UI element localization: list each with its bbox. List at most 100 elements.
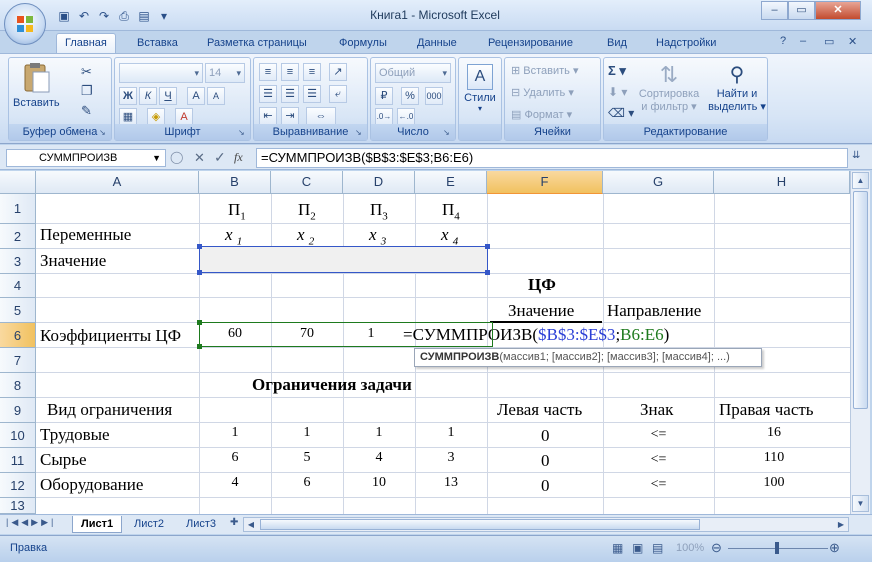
cell-f5[interactable]: Значение xyxy=(508,301,574,321)
vertical-scrollbar[interactable]: ▲ ▼ xyxy=(850,171,870,514)
preview-icon[interactable]: ▤ xyxy=(136,8,152,24)
decrease-indent-icon[interactable]: ⇤ xyxy=(259,107,277,125)
zoom-level[interactable]: 100% xyxy=(676,542,704,554)
cell-a3[interactable]: Значение xyxy=(40,251,106,271)
cell-d11[interactable]: 4 xyxy=(343,450,415,466)
align-right-icon[interactable]: ☰ xyxy=(303,85,321,103)
clear-icon[interactable]: ⌫ ▾ xyxy=(608,106,634,120)
scroll-right-icon[interactable]: ▶ xyxy=(834,518,848,531)
column-header-d[interactable]: D xyxy=(343,171,415,194)
merge-cells-icon[interactable]: ⇔ xyxy=(306,107,336,125)
cell-h10[interactable]: 16 xyxy=(714,425,834,441)
row-header-10[interactable]: 10 xyxy=(0,423,36,448)
underline-button[interactable]: Ч xyxy=(159,87,177,105)
cell-g5[interactable]: Направление xyxy=(607,301,701,321)
range-handle[interactable] xyxy=(197,320,202,325)
cell-e2[interactable]: x 4 xyxy=(441,225,458,247)
align-left-icon[interactable]: ☰ xyxy=(259,85,277,103)
row-header-12[interactable]: 12 xyxy=(0,473,36,498)
row-header-7[interactable]: 7 xyxy=(0,348,36,373)
vertical-scroll-thumb[interactable] xyxy=(853,191,868,409)
copy-icon[interactable]: ❐ xyxy=(81,83,93,99)
select-all-corner[interactable] xyxy=(0,171,36,194)
format-painter-icon[interactable]: ✎ xyxy=(81,103,92,119)
tab-data[interactable]: Данные xyxy=(417,35,457,53)
cell-b10[interactable]: 1 xyxy=(199,425,271,441)
alignment-launcher-icon[interactable]: ↘ xyxy=(355,128,365,138)
close-button[interactable]: ✕ xyxy=(815,1,861,20)
column-header-e[interactable]: E xyxy=(415,171,487,194)
save-icon[interactable]: ▣ xyxy=(56,8,72,24)
maximize-button[interactable]: ▭ xyxy=(788,1,815,20)
customize-qat-icon[interactable]: ▾ xyxy=(156,8,172,24)
cell-f12[interactable]: 0 xyxy=(541,476,550,496)
office-button[interactable] xyxy=(4,3,46,45)
insert-cells-button[interactable]: ⊞ Вставить ▾ xyxy=(511,64,579,77)
cell-c10[interactable]: 1 xyxy=(271,425,343,441)
cell-a9[interactable]: Вид ограничения xyxy=(47,400,172,420)
font-name-select[interactable]: ▾ xyxy=(119,63,203,83)
tab-page-layout[interactable]: Разметка страницы xyxy=(207,35,307,53)
clipboard-launcher-icon[interactable]: ↘ xyxy=(99,128,109,138)
align-bottom-icon[interactable]: ≡ xyxy=(303,63,321,81)
sheet-tab-2[interactable]: Лист2 xyxy=(126,516,172,533)
ribbon-restore-icon[interactable]: ▭ xyxy=(824,35,834,48)
normal-view-icon[interactable]: ▦ xyxy=(612,541,623,555)
row-header-13[interactable]: 13 xyxy=(0,498,36,514)
cell-c2[interactable]: x 2 xyxy=(297,225,314,247)
range-handle[interactable] xyxy=(485,270,490,275)
tab-formulas[interactable]: Формулы xyxy=(339,35,387,53)
cell-c12[interactable]: 6 xyxy=(271,475,343,491)
cell-h9[interactable]: Правая часть xyxy=(719,400,814,420)
font-size-select[interactable]: 14 ▾ xyxy=(205,63,245,83)
ribbon-minimize-icon[interactable]: – xyxy=(800,35,806,47)
cell-g9[interactable]: Знак xyxy=(640,400,673,420)
cell-f10[interactable]: 0 xyxy=(541,426,550,446)
cell-e12[interactable]: 13 xyxy=(415,475,487,491)
cell-e11[interactable]: 3 xyxy=(415,450,487,466)
cell-d10[interactable]: 1 xyxy=(343,425,415,441)
row-header-5[interactable]: 5 xyxy=(0,298,36,323)
row-header-6[interactable]: 6 xyxy=(0,323,36,348)
percent-icon[interactable]: % xyxy=(401,87,419,105)
increase-indent-icon[interactable]: ⇥ xyxy=(281,107,299,125)
scroll-up-icon[interactable]: ▲ xyxy=(852,172,869,189)
row-header-9[interactable]: 9 xyxy=(0,398,36,423)
tab-addins[interactable]: Надстройки xyxy=(656,35,716,53)
minimize-button[interactable]: – xyxy=(761,1,788,20)
sheet-tab-3[interactable]: Лист3 xyxy=(178,516,224,533)
cell-e1[interactable]: П4 xyxy=(442,200,460,222)
cell-b1[interactable]: П1 xyxy=(228,200,246,222)
horizontal-scrollbar[interactable]: ◀ ▶ xyxy=(243,517,849,532)
wrap-text-icon[interactable]: ⤶ xyxy=(329,85,347,103)
zoom-in-icon[interactable]: ⊕ xyxy=(829,540,840,556)
format-cells-button[interactable]: ▤ Формат ▾ xyxy=(511,108,572,121)
grow-font-icon[interactable]: A xyxy=(187,87,205,105)
scroll-left-icon[interactable]: ◀ xyxy=(244,518,258,531)
tab-review[interactable]: Рецензирование xyxy=(488,35,573,53)
fill-icon[interactable]: ⬇ ▾ xyxy=(608,85,627,99)
delete-cells-button[interactable]: ⊟ Удалить ▾ xyxy=(511,86,574,99)
currency-icon[interactable]: ₽ xyxy=(375,87,393,105)
tab-insert[interactable]: Вставка xyxy=(137,35,178,53)
name-box[interactable]: СУММПРОИЗВ ▼ xyxy=(6,149,166,167)
row-header-2[interactable]: 2 xyxy=(0,224,36,249)
ribbon-close-icon[interactable]: ✕ xyxy=(848,35,857,48)
cell-d12[interactable]: 10 xyxy=(343,475,415,491)
formula-input[interactable]: =СУММПРОИЗВ($B$3:$E$3;B6:E6) xyxy=(256,148,848,168)
redo-icon[interactable]: ↷ xyxy=(96,8,112,24)
cell-g10[interactable]: <= xyxy=(603,427,714,443)
autosum-icon[interactable]: Σ ▾ xyxy=(608,63,626,79)
range-handle[interactable] xyxy=(485,244,490,249)
shrink-font-icon[interactable]: A xyxy=(207,87,225,105)
align-top-icon[interactable]: ≡ xyxy=(259,63,277,81)
expand-formula-icon[interactable]: ⇊ xyxy=(852,150,860,161)
page-break-view-icon[interactable]: ▤ xyxy=(652,541,663,555)
cell-b12[interactable]: 4 xyxy=(199,475,271,491)
cell-d8[interactable]: Ограничения задачи xyxy=(252,375,412,395)
enter-icon[interactable]: ✓ xyxy=(214,149,226,166)
name-box-dropdown-icon[interactable]: ▼ xyxy=(152,150,161,166)
undo-icon[interactable]: ↶ xyxy=(76,8,92,24)
column-header-b[interactable]: B xyxy=(199,171,271,194)
number-format-select[interactable]: Общий ▾ xyxy=(375,63,451,83)
